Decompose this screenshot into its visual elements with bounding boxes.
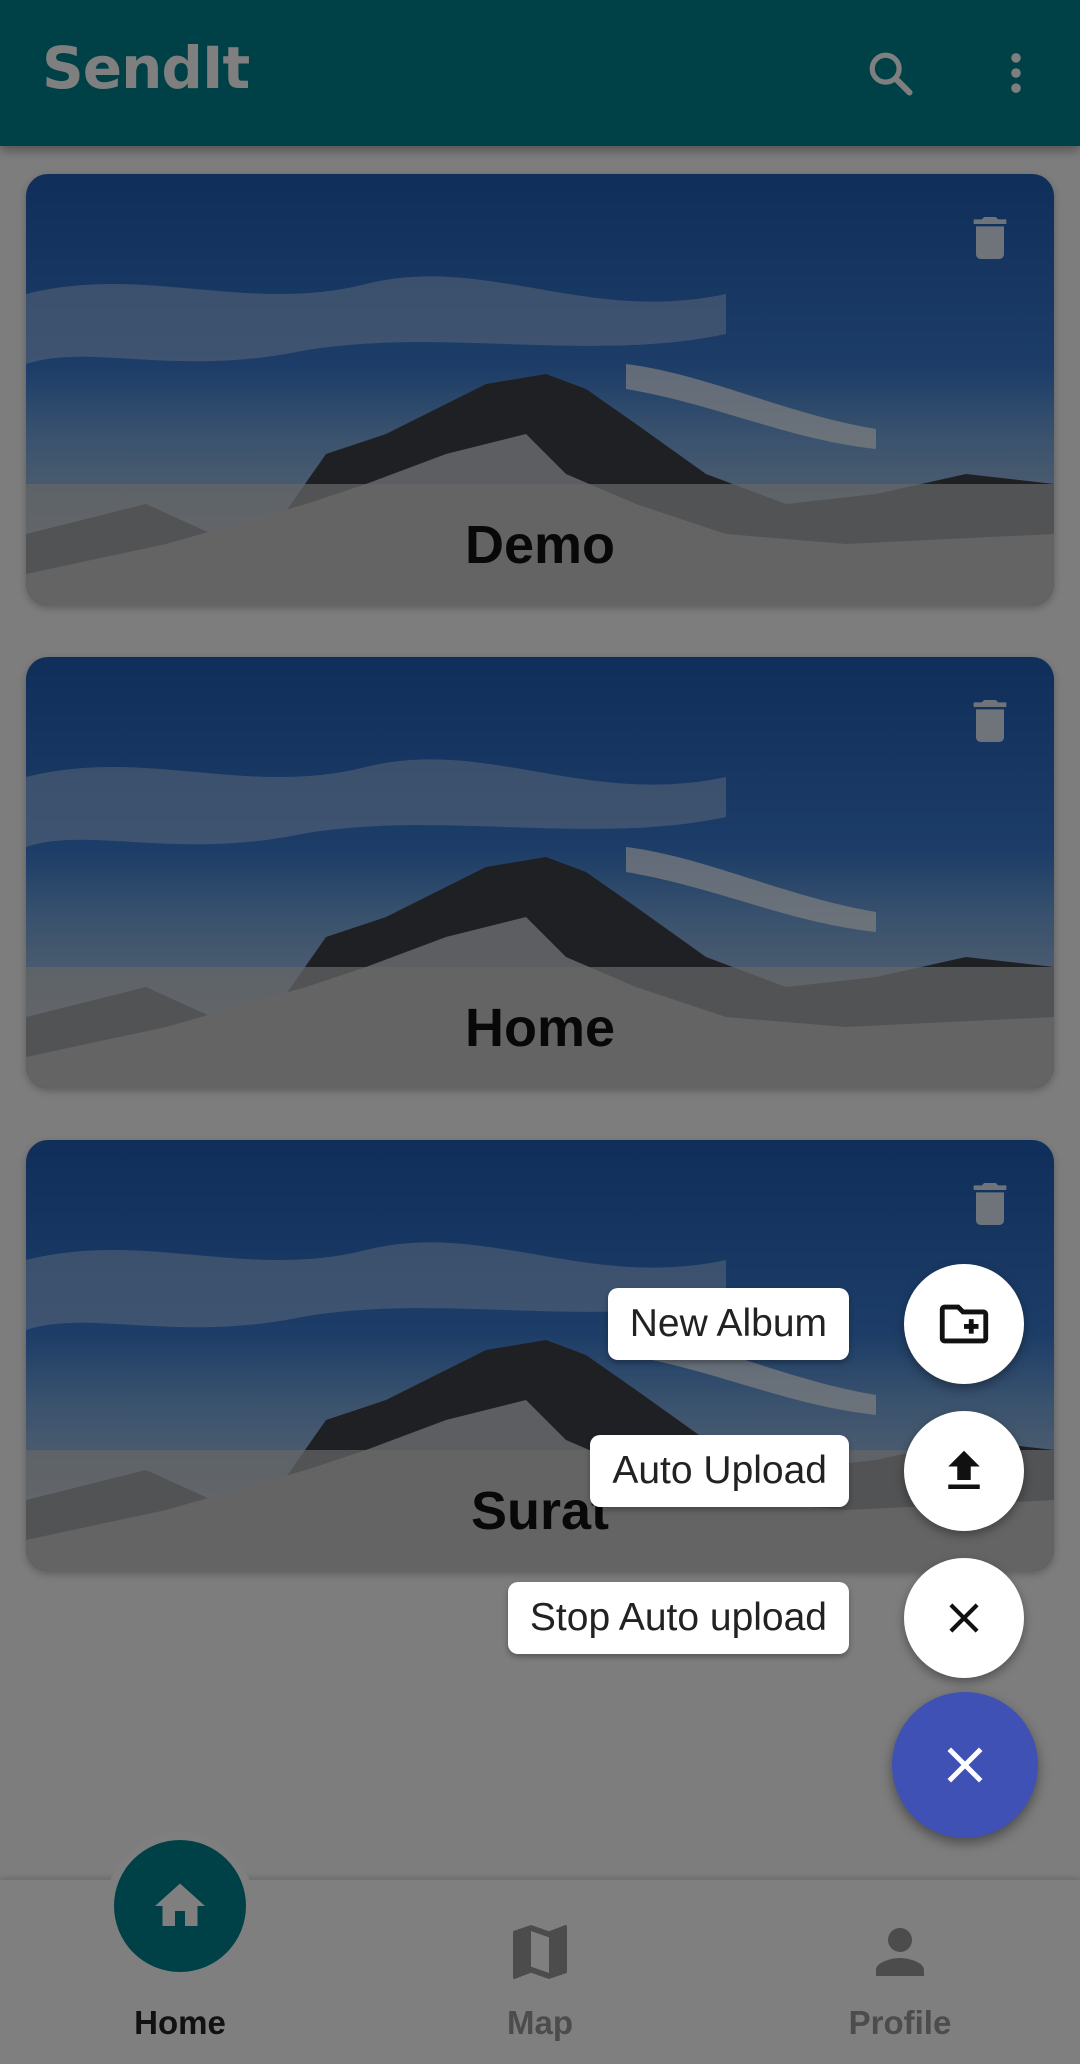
speed-dial-main-button[interactable] bbox=[892, 1692, 1038, 1838]
speed-dial-label-stop-auto-upload[interactable]: Stop Auto upload bbox=[507, 1582, 849, 1654]
close-icon bbox=[947, 1747, 983, 1783]
speed-dial-label-auto-upload[interactable]: Auto Upload bbox=[590, 1435, 849, 1507]
create-folder-icon bbox=[939, 1304, 989, 1344]
stop-auto-upload-button[interactable] bbox=[904, 1558, 1024, 1678]
new-album-button[interactable] bbox=[904, 1264, 1024, 1384]
speed-dial-label-new-album[interactable]: New Album bbox=[607, 1288, 849, 1360]
auto-upload-button[interactable] bbox=[904, 1411, 1024, 1531]
upload-icon bbox=[948, 1450, 980, 1489]
close-icon bbox=[949, 1603, 979, 1633]
